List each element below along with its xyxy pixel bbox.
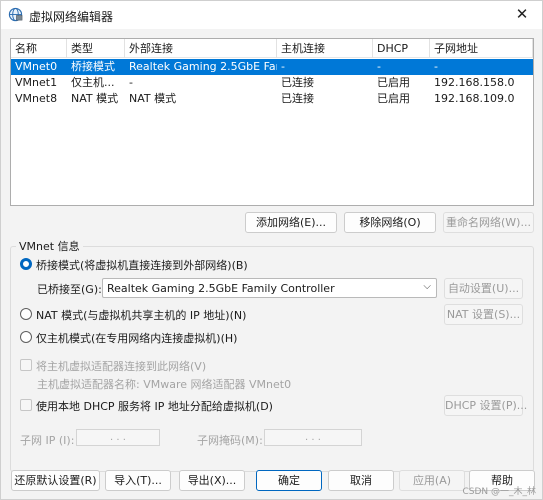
nat-mode-label[interactable]: NAT 模式(与虚拟机共享主机的 IP 地址)(N) — [36, 307, 246, 323]
virtual-network-editor-window: 虚拟网络编辑器 ✕ 名称 类型 外部连接 主机连接 DHCP 子网地址 VMne… — [0, 0, 543, 500]
table-cell: 仅主机... — [71, 76, 115, 89]
table-cell: Realtek Gaming 2.5GbE Family... — [129, 60, 277, 73]
nat-settings-button[interactable]: NAT 设置(S)... — [444, 304, 523, 325]
table-row-vmnet0[interactable]: VMnet0 桥接模式 Realtek Gaming 2.5GbE Family… — [11, 59, 533, 75]
subnet-mask-label: 子网掩码(M): — [197, 434, 263, 447]
table-cell: - — [129, 76, 133, 89]
table-cell: NAT 模式 — [129, 92, 177, 105]
close-button[interactable]: ✕ — [502, 1, 542, 29]
remove-network-button[interactable]: 移除网络(O) — [344, 212, 436, 233]
subnet-ip-field[interactable]: . . . — [76, 429, 160, 446]
column-header-type[interactable]: 类型 — [67, 39, 125, 58]
cancel-button[interactable]: 取消 — [328, 470, 394, 491]
table-cell: VMnet0 — [15, 60, 58, 73]
dhcp-settings-button[interactable]: DHCP 设置(P)... — [444, 395, 527, 416]
column-header-dhcp[interactable]: DHCP — [373, 39, 430, 58]
host-only-mode-radio[interactable] — [20, 331, 32, 343]
column-header-host[interactable]: 主机连接 — [277, 39, 373, 58]
add-network-button[interactable]: 添加网络(E)... — [245, 212, 337, 233]
adapter-name-text: 主机虚拟适配器名称: VMware 网络适配器 VMnet0 — [37, 378, 292, 391]
table-cell: VMnet1 — [15, 76, 58, 89]
network-globe-icon — [8, 7, 23, 22]
network-list[interactable]: 名称 类型 外部连接 主机连接 DHCP 子网地址 VMnet0 桥接模式 Re… — [10, 38, 534, 206]
rename-network-button[interactable]: 重命名网络(W)... — [443, 212, 534, 233]
table-cell: 已连接 — [281, 76, 314, 89]
import-button[interactable]: 导入(T)... — [105, 470, 171, 491]
subnet-ip-label: 子网 IP (I): — [20, 434, 75, 447]
table-row-vmnet1[interactable]: VMnet1 仅主机... - 已连接 已启用 192.168.158.0 — [11, 75, 533, 91]
chevron-down-icon: ⌵ — [423, 281, 431, 292]
table-cell: VMnet8 — [15, 92, 58, 105]
host-only-mode-label[interactable]: 仅主机模式(在专用网络内连接虚拟机)(H) — [36, 330, 237, 346]
restore-defaults-button[interactable]: 还原默认设置(R) — [11, 470, 100, 491]
table-cell: 已启用 — [377, 76, 410, 89]
list-header: 名称 类型 外部连接 主机连接 DHCP 子网地址 — [11, 39, 533, 58]
auto-settings-button[interactable]: 自动设置(U)... — [444, 278, 523, 299]
table-cell: - — [434, 60, 438, 73]
bridged-to-label: 已桥接至(G): — [37, 283, 102, 296]
subnet-mask-field[interactable]: . . . — [264, 429, 362, 446]
bridged-mode-radio[interactable] — [20, 258, 32, 270]
dialog-body: 名称 类型 外部连接 主机连接 DHCP 子网地址 VMnet0 桥接模式 Re… — [1, 29, 542, 499]
table-cell: 已启用 — [377, 92, 410, 105]
table-cell: 已连接 — [281, 92, 314, 105]
apply-button[interactable]: 应用(A) — [399, 470, 465, 491]
nat-mode-radio[interactable] — [20, 308, 32, 320]
table-cell: 桥接模式 — [71, 60, 115, 73]
column-header-name[interactable]: 名称 — [11, 39, 67, 58]
connect-adapter-checkbox[interactable] — [20, 359, 32, 371]
ok-button[interactable]: 确定 — [256, 470, 322, 491]
table-cell: 192.168.158.0 — [434, 76, 515, 89]
use-dhcp-label[interactable]: 使用本地 DHCP 服务将 IP 地址分配给虚拟机(D) — [36, 398, 273, 414]
bridged-mode-label[interactable]: 桥接模式(将虚拟机直接连接到外部网络)(B) — [36, 257, 248, 273]
column-header-external[interactable]: 外部连接 — [125, 39, 277, 58]
column-header-subnet[interactable]: 子网地址 — [430, 39, 533, 58]
export-button[interactable]: 导出(X)... — [179, 470, 245, 491]
table-row-vmnet8[interactable]: VMnet8 NAT 模式 NAT 模式 已连接 已启用 192.168.109… — [11, 91, 533, 107]
watermark-text: CSDN @一_木_林 — [462, 487, 536, 497]
table-cell: - — [377, 60, 381, 73]
close-icon: ✕ — [515, 5, 529, 23]
window-title: 虚拟网络编辑器 — [29, 10, 114, 24]
table-cell: - — [281, 60, 285, 73]
bridged-adapter-select[interactable]: Realtek Gaming 2.5GbE Family Controller … — [102, 278, 437, 298]
title-bar: 虚拟网络编辑器 ✕ — [1, 1, 542, 29]
connect-adapter-label[interactable]: 将主机虚拟适配器连接到此网络(V) — [36, 358, 206, 374]
table-cell: 192.168.109.0 — [434, 92, 515, 105]
bridged-adapter-value: Realtek Gaming 2.5GbE Family Controller — [107, 282, 335, 295]
table-cell: NAT 模式 — [71, 92, 119, 105]
vmnet-info-label: VMnet 信息 — [16, 238, 83, 254]
use-dhcp-checkbox[interactable] — [20, 399, 32, 411]
